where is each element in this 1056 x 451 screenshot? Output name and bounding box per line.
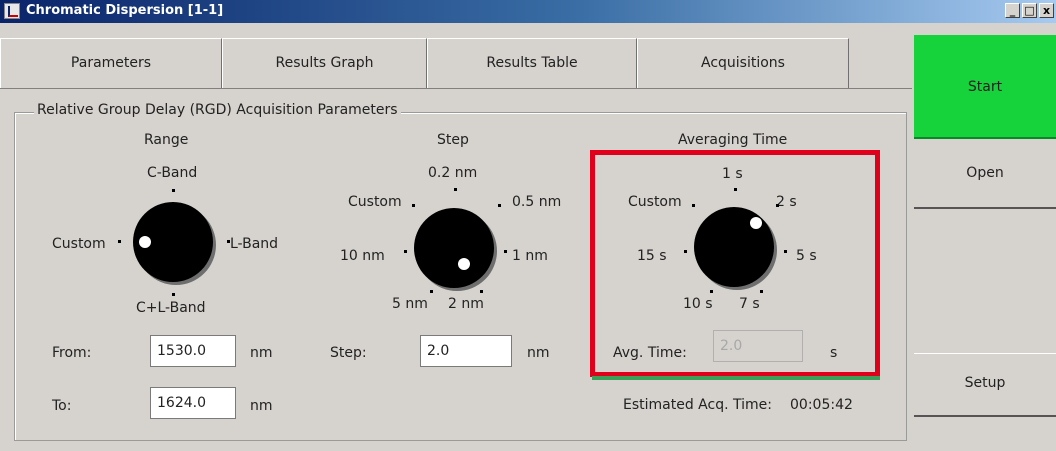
from-input[interactable]: 1530.0: [150, 335, 236, 367]
tab-results-graph[interactable]: Results Graph: [222, 38, 427, 88]
step-option-5nm[interactable]: 5 nm: [392, 296, 428, 312]
to-input[interactable]: 1624.0: [150, 387, 236, 419]
to-unit: nm: [250, 398, 273, 414]
range-heading: Range: [144, 132, 189, 148]
maximize-button[interactable]: □: [1022, 3, 1037, 18]
avg-time-input: 2.0: [713, 330, 803, 362]
from-label: From:: [52, 345, 92, 361]
tick-mark: [776, 204, 779, 207]
avg-time-label: Avg. Time:: [613, 345, 687, 361]
range-option-cl-band[interactable]: C+L-Band: [136, 300, 206, 316]
window-title: Chromatic Dispersion [1-1]: [26, 3, 224, 18]
step-input[interactable]: 2.0: [420, 335, 512, 367]
avg-option-15s[interactable]: 15 s: [637, 248, 667, 264]
start-label: Start: [967, 79, 1003, 95]
tab-label: Results Table: [486, 55, 578, 71]
avg-option-2s[interactable]: 2 s: [776, 194, 797, 210]
tab-bar: Parameters Results Graph Results Table A…: [0, 38, 912, 89]
tick-mark: [504, 250, 507, 253]
knob-indicator: [139, 236, 151, 248]
close-button[interactable]: x: [1039, 3, 1054, 18]
averaging-heading: Averaging Time: [678, 132, 788, 148]
avg-option-1s[interactable]: 1 s: [722, 166, 743, 182]
tick-mark: [227, 240, 230, 243]
app-icon: [4, 3, 20, 19]
tick-mark: [430, 290, 433, 293]
avg-option-custom[interactable]: Custom: [628, 194, 682, 210]
avg-time-unit: s: [830, 345, 838, 361]
tick-mark: [784, 250, 787, 253]
step-unit: nm: [527, 345, 550, 361]
window-controls: _ □ x: [1005, 3, 1054, 18]
tick-mark: [760, 290, 763, 293]
tick-mark: [684, 250, 687, 253]
step-knob[interactable]: [414, 208, 494, 288]
tab-acquisitions[interactable]: Acquisitions: [637, 38, 849, 88]
tick-mark: [454, 188, 457, 191]
setup-button[interactable]: Setup: [914, 355, 1056, 417]
step-option-0-2nm[interactable]: 0.2 nm: [428, 165, 477, 181]
tab-label: Acquisitions: [701, 55, 785, 71]
averaging-knob[interactable]: [694, 207, 774, 287]
tick-mark: [734, 188, 737, 191]
avg-option-5s[interactable]: 5 s: [796, 248, 817, 264]
title-bar: Chromatic Dispersion [1-1] _ □ x: [0, 0, 1056, 23]
tick-mark: [480, 290, 483, 293]
from-unit: nm: [250, 345, 273, 361]
knob-indicator: [458, 258, 470, 270]
step-option-10nm[interactable]: 10 nm: [340, 248, 385, 264]
tick-mark: [172, 189, 175, 192]
sidebar-empty-area: [914, 209, 1056, 354]
tab-parameters[interactable]: Parameters: [0, 38, 222, 88]
range-option-c-band[interactable]: C-Band: [147, 165, 197, 181]
step-heading: Step: [437, 132, 469, 148]
range-option-custom[interactable]: Custom: [52, 236, 106, 252]
estimated-time-value: 00:05:42: [790, 397, 853, 413]
setup-label: Setup: [964, 375, 1006, 391]
tick-mark: [404, 250, 407, 253]
range-knob[interactable]: [133, 202, 213, 282]
range-option-l-band[interactable]: L-Band: [230, 236, 278, 252]
open-button[interactable]: Open: [914, 141, 1056, 209]
tick-mark: [498, 204, 501, 207]
tick-mark: [692, 204, 695, 207]
avg-option-7s[interactable]: 7 s: [739, 296, 760, 312]
step-label: Step:: [330, 345, 367, 361]
step-option-2nm[interactable]: 2 nm: [448, 296, 484, 312]
step-option-custom[interactable]: Custom: [348, 194, 402, 210]
tick-mark: [172, 293, 175, 296]
step-option-1nm[interactable]: 1 nm: [512, 248, 548, 264]
tick-mark: [412, 204, 415, 207]
minimize-button[interactable]: _: [1005, 3, 1020, 18]
tick-mark: [710, 290, 713, 293]
tick-mark: [118, 240, 121, 243]
open-label: Open: [966, 165, 1004, 181]
estimated-time-label: Estimated Acq. Time:: [623, 397, 772, 413]
knob-indicator: [750, 217, 762, 229]
highlight-underline: [592, 376, 880, 380]
tab-label: Results Graph: [275, 55, 374, 71]
start-button[interactable]: Start: [914, 35, 1056, 139]
avg-option-10s[interactable]: 10 s: [683, 296, 713, 312]
group-title: Relative Group Delay (RGD) Acquisition P…: [34, 102, 401, 118]
to-label: To:: [52, 398, 72, 414]
tab-results-table[interactable]: Results Table: [427, 38, 637, 88]
step-option-0-5nm[interactable]: 0.5 nm: [512, 194, 561, 210]
tab-label: Parameters: [70, 55, 152, 71]
